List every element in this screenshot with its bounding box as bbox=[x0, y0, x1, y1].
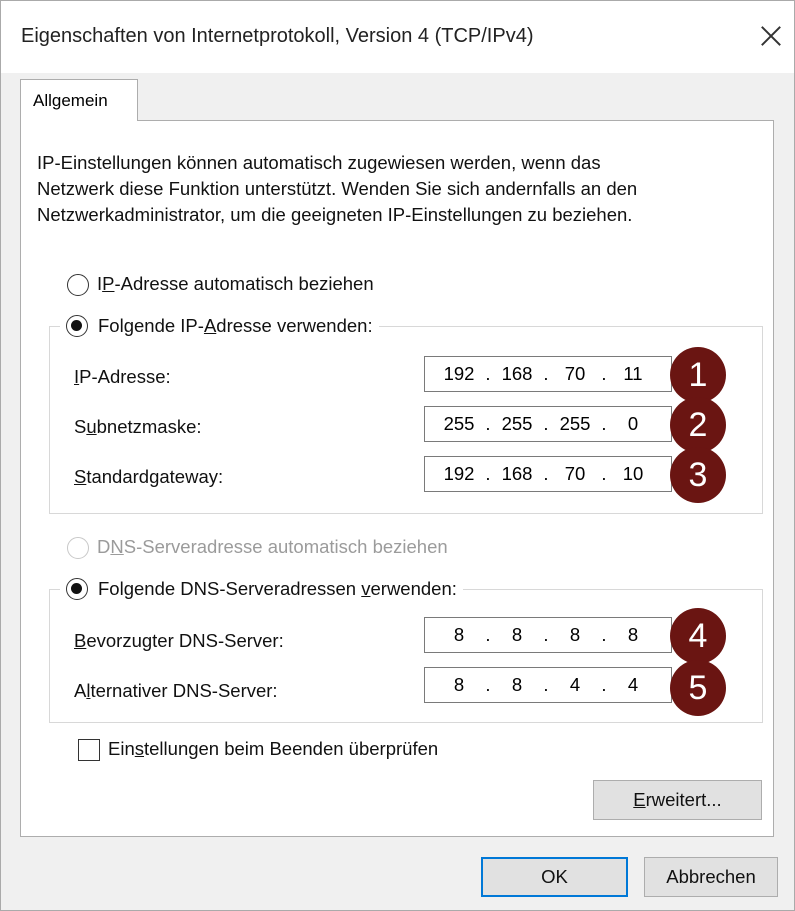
ip-octet: 255 bbox=[501, 413, 533, 434]
ip-octet: 8 bbox=[453, 674, 465, 695]
octet-separator: . bbox=[485, 624, 491, 645]
mnemonic-char: B bbox=[74, 630, 87, 651]
label-text: P-Adresse: bbox=[79, 366, 171, 387]
label-text: tandardgateway: bbox=[86, 466, 224, 487]
mnemonic-char: P bbox=[102, 273, 115, 294]
preferred-dns-input[interactable]: 8 . 8 . 8 . 8 bbox=[424, 617, 672, 653]
callout-badge-5: 5 bbox=[670, 660, 726, 716]
description-text: IP-Einstellungen können automatisch zuge… bbox=[37, 150, 777, 228]
label-text: Ein bbox=[108, 738, 135, 759]
dns-manual-label[interactable]: Folgende DNS-Serveradressen verwenden: bbox=[98, 578, 457, 600]
advanced-button[interactable]: Erweitert... bbox=[593, 780, 762, 820]
default-gateway-input[interactable]: 192 . 168 . 70 . 10 bbox=[424, 456, 672, 492]
ok-button[interactable]: OK bbox=[481, 857, 628, 897]
octet-separator: . bbox=[543, 363, 549, 384]
ip-octet: 4 bbox=[627, 674, 639, 695]
callout-badge-2: 2 bbox=[670, 397, 726, 453]
ip-address-label: IP-Adresse: bbox=[74, 366, 171, 388]
octet-separator: . bbox=[601, 674, 607, 695]
label-text: erwenden: bbox=[370, 578, 457, 599]
ip-octet: 4 bbox=[569, 674, 581, 695]
ip-octet: 255 bbox=[443, 413, 475, 434]
dns-auto-radio[interactable] bbox=[67, 537, 89, 559]
callout-badge-3: 3 bbox=[670, 447, 726, 503]
ip-octet: 70 bbox=[564, 363, 586, 384]
description-line: IP-Einstellungen können automatisch zuge… bbox=[37, 152, 601, 173]
mnemonic-char: A bbox=[203, 315, 217, 336]
description-line: Netzwerkadministrator, um die geeigneten… bbox=[37, 204, 633, 225]
ip-octet: 8 bbox=[511, 674, 523, 695]
ip-auto-radio[interactable] bbox=[67, 274, 89, 296]
label-text: S bbox=[74, 416, 87, 437]
octet-separator: . bbox=[485, 413, 491, 434]
label-text: ternativer DNS-Server: bbox=[90, 680, 278, 701]
window-title: Eigenschaften von Internetprotokoll, Ver… bbox=[21, 25, 534, 47]
cancel-button[interactable]: Abbrechen bbox=[644, 857, 778, 897]
ip-octet: 10 bbox=[622, 463, 644, 484]
mnemonic-char: s bbox=[134, 738, 144, 759]
octet-separator: . bbox=[601, 363, 607, 384]
octet-separator: . bbox=[601, 463, 607, 484]
ip-octet: 70 bbox=[564, 463, 586, 484]
ip-octet: 8 bbox=[569, 624, 581, 645]
ip-octet: 0 bbox=[627, 413, 639, 434]
mnemonic-char: v bbox=[361, 578, 371, 599]
ip-octet: 168 bbox=[501, 463, 533, 484]
alternate-dns-label: Alternativer DNS-Server: bbox=[74, 680, 278, 702]
ip-auto-label[interactable]: IP-Adresse automatisch beziehen bbox=[97, 273, 374, 295]
dns-manual-radio[interactable] bbox=[66, 578, 88, 600]
ip-octet: 255 bbox=[559, 413, 591, 434]
ip-octet: 168 bbox=[501, 363, 533, 384]
octet-separator: . bbox=[543, 413, 549, 434]
dns-auto-label[interactable]: DNS-Serveradresse automatisch beziehen bbox=[97, 536, 448, 558]
default-gateway-label: Standardgateway: bbox=[74, 466, 223, 488]
callout-badge-1: 1 bbox=[670, 347, 726, 403]
validate-on-exit-label[interactable]: Einstellungen beim Beenden überprüfen bbox=[108, 738, 438, 760]
label-text: bnetzmaske: bbox=[96, 416, 202, 437]
ip-manual-radio[interactable] bbox=[66, 315, 88, 337]
octet-separator: . bbox=[543, 624, 549, 645]
close-icon[interactable] bbox=[758, 23, 784, 49]
label-text: D bbox=[97, 536, 111, 557]
ip-octet: 8 bbox=[453, 624, 465, 645]
label-text: S-Serveradresse automatisch beziehen bbox=[123, 536, 448, 557]
octet-separator: . bbox=[543, 674, 549, 695]
callout-badge-4: 4 bbox=[670, 608, 726, 664]
alternate-dns-input[interactable]: 8 . 8 . 4 . 4 bbox=[424, 667, 672, 703]
dns-manual-legend: Folgende DNS-Serveradressen verwenden: bbox=[60, 578, 463, 602]
ip-manual-legend: Folgende IP-Adresse verwenden: bbox=[60, 315, 379, 339]
ip-address-input[interactable]: 192 . 168 . 70 . 11 bbox=[424, 356, 672, 392]
octet-separator: . bbox=[485, 363, 491, 384]
ip-octet: 192 bbox=[443, 463, 475, 484]
mnemonic-char: E bbox=[633, 789, 646, 810]
validate-on-exit-checkbox[interactable] bbox=[78, 739, 100, 761]
octet-separator: . bbox=[601, 624, 607, 645]
label-text: Folgende IP- bbox=[98, 315, 204, 336]
label-text: dresse verwenden: bbox=[216, 315, 373, 336]
preferred-dns-label: Bevorzugter DNS-Server: bbox=[74, 630, 284, 652]
octet-separator: . bbox=[485, 463, 491, 484]
ip-octet: 8 bbox=[627, 624, 639, 645]
label-text: -Adresse automatisch beziehen bbox=[114, 273, 374, 294]
mnemonic-char: N bbox=[110, 536, 124, 557]
mnemonic-char: S bbox=[74, 466, 87, 487]
ip-octet: 192 bbox=[443, 363, 475, 384]
description-line: Netzwerk diese Funktion unterstützt. Wen… bbox=[37, 178, 638, 199]
tab-allgemein[interactable]: Allgemein bbox=[20, 79, 138, 121]
label-text: Folgende DNS-Serveradressen bbox=[98, 578, 362, 599]
ip-manual-label[interactable]: Folgende IP-Adresse verwenden: bbox=[98, 315, 373, 337]
octet-separator: . bbox=[485, 674, 491, 695]
mnemonic-char: u bbox=[86, 416, 97, 437]
label-text: evorzugter DNS-Server: bbox=[86, 630, 284, 651]
subnet-mask-label: Subnetzmaske: bbox=[74, 416, 202, 438]
subnet-mask-input[interactable]: 255 . 255 . 255 . 0 bbox=[424, 406, 672, 442]
octet-separator: . bbox=[601, 413, 607, 434]
label-text: A bbox=[74, 680, 87, 701]
ip-octet: 8 bbox=[511, 624, 523, 645]
ip-octet: 11 bbox=[623, 363, 643, 384]
button-label: rweitert... bbox=[645, 789, 722, 810]
title-bar: Eigenschaften von Internetprotokoll, Ver… bbox=[1, 1, 794, 73]
label-text: tellungen beim Beenden überprüfen bbox=[144, 738, 439, 759]
octet-separator: . bbox=[543, 463, 549, 484]
